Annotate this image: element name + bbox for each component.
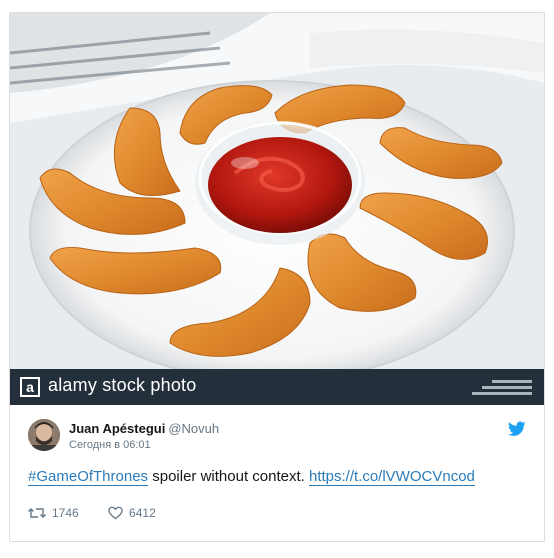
retweet-count: 1746: [52, 506, 79, 520]
avatar[interactable]: [28, 419, 60, 451]
tweet-card: a alamy stock photo Juan Apéstegui @Novuh…: [9, 12, 545, 542]
retweet-icon: [28, 508, 46, 518]
author-row: Juan Apéstegui @Novuh: [69, 421, 219, 436]
hashtag-link[interactable]: #GameOfThrones: [28, 468, 149, 486]
watermark-fine-print: [462, 377, 532, 399]
tweet-text: #GameOfThrones spoiler without context. …: [28, 468, 475, 486]
retweet-button[interactable]: 1746: [28, 506, 79, 520]
author-name[interactable]: Juan Apéstegui: [69, 421, 165, 436]
alamy-logo-icon: a: [20, 377, 40, 397]
watermark-bar: a alamy stock photo: [10, 369, 544, 405]
fried-shrimp-image: [10, 13, 544, 405]
tweet-text-body: spoiler without context.: [148, 468, 309, 485]
like-count: 6412: [129, 506, 156, 520]
avatar-photo-icon: [28, 419, 60, 451]
tweet-body: Juan Apéstegui @Novuh Сегодня в 06:01 #Ga…: [10, 405, 544, 541]
watermark-text: alamy stock photo: [48, 375, 197, 395]
like-button[interactable]: 6412: [108, 506, 156, 520]
tweet-url-link[interactable]: https://t.co/lVWOCVncod: [308, 468, 475, 486]
tweet-actions: 1746 6412: [28, 506, 182, 523]
twitter-bird-icon[interactable]: [508, 421, 526, 437]
author-handle[interactable]: @Novuh: [168, 421, 219, 436]
tweet-timestamp[interactable]: Сегодня в 06:01: [69, 439, 151, 451]
heart-icon: [108, 506, 123, 520]
tweet-photo[interactable]: a alamy stock photo: [10, 13, 544, 405]
